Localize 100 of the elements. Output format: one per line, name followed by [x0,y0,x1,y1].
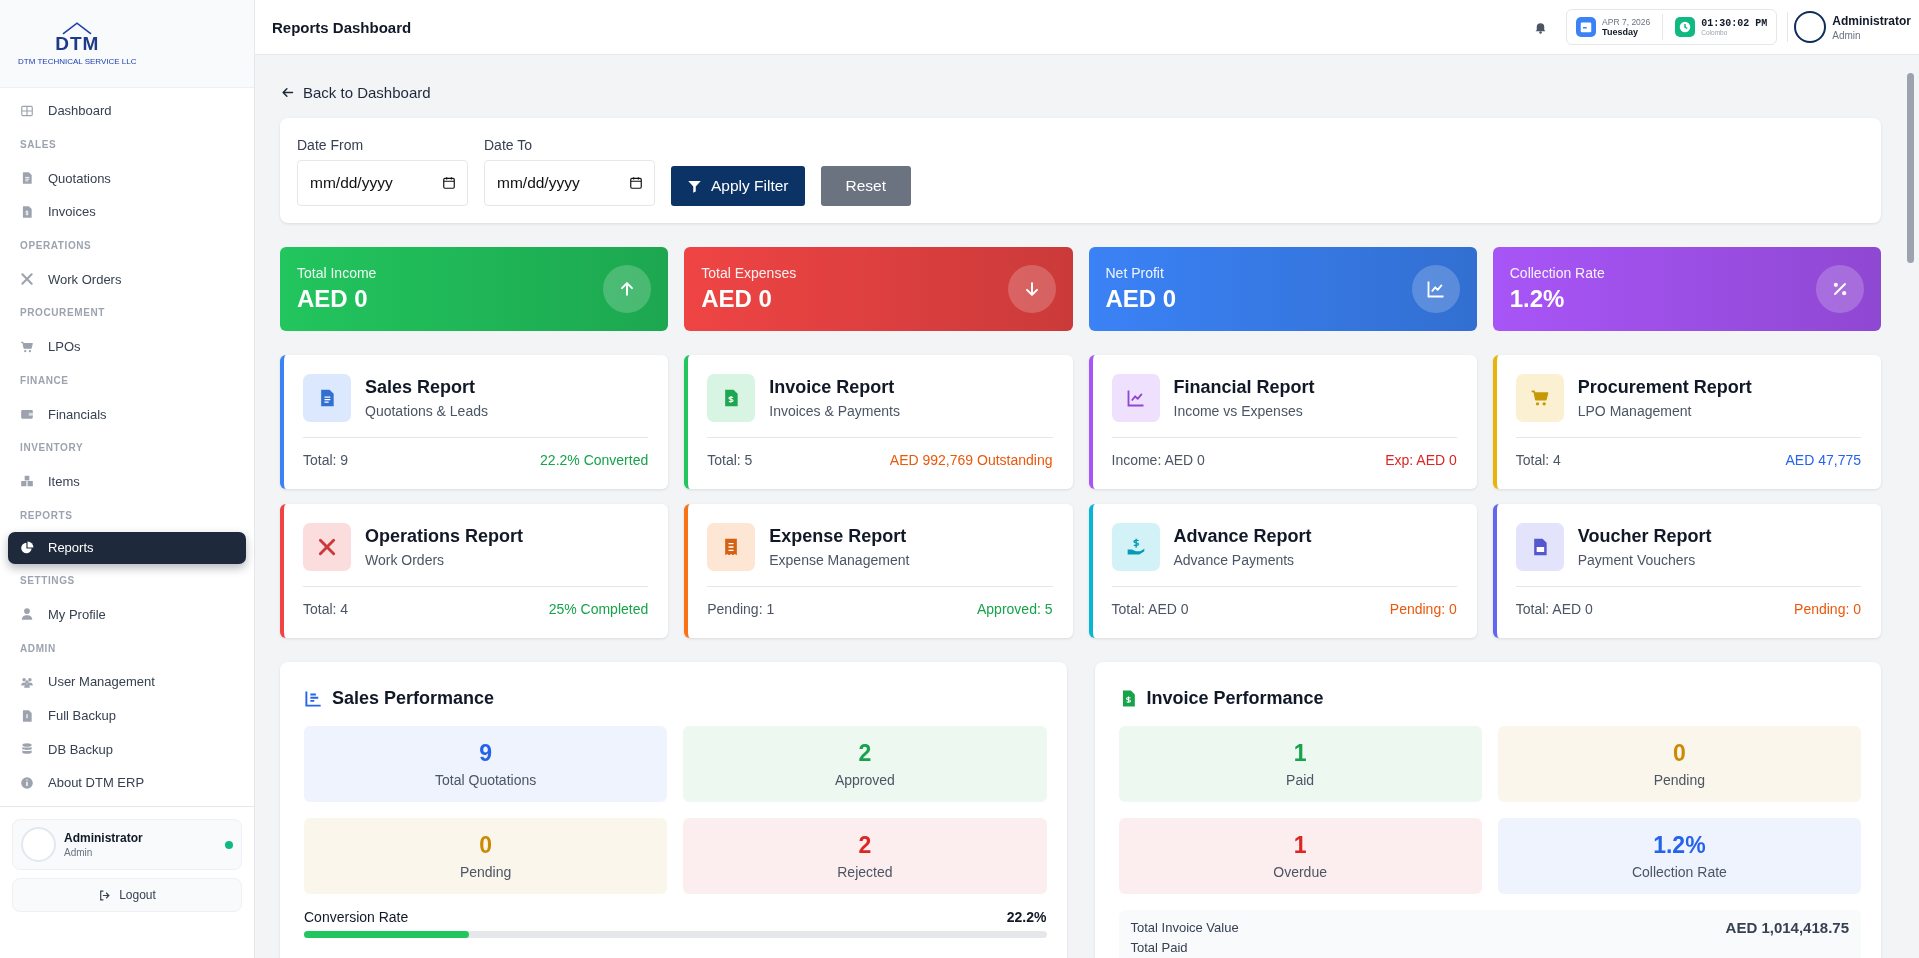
report-title: Procurement Report [1577,377,1752,398]
line-chart-icon [1125,388,1146,408]
field-label: Date From [297,137,365,153]
sidebar-item[interactable]: User Management [8,665,246,699]
logout-icon [98,888,112,902]
report-title: Invoice Report [769,377,896,398]
nav-section-label: SETTINGS [19,574,76,589]
total-value: AED 1,014,418.75 [1725,919,1849,936]
sidebar-item[interactable]: Work Orders [8,262,246,297]
clock-icon [1675,17,1696,37]
report-subtitle: Advance Payments [1173,552,1296,568]
metric-value: 0 [1672,740,1686,767]
metric-value: 9 [479,740,492,767]
metric-value: 1.2% [1653,832,1706,859]
wallet-icon [20,407,34,422]
nav-section-label: FINANCE [19,373,70,388]
metric-value: 2 [858,740,872,767]
report-metric: Pending: 0 [1794,601,1861,617]
metric-label: Overdue [1273,864,1327,880]
report-subtitle: Invoices & Payments [769,403,900,419]
report-card[interactable]: Procurement Report LPO Management Total: 4 AED 47,775 [1492,355,1881,489]
database-icon [20,742,34,757]
report-metric: 22.2% Converted [540,452,649,468]
stat-label: Total Income [297,265,377,281]
panel-title: Sales Performance [332,688,495,709]
user-name: Administrator [1832,13,1911,28]
report-subtitle: Expense Management [769,552,910,568]
report-metric: AED 992,769 Outstanding [889,452,1053,468]
stat-label: Net Profit [1105,265,1165,281]
report-title: Advance Report [1173,526,1312,547]
report-card[interactable]: Expense Report Expense Management Pending: 1 Approved: 5 [684,504,1073,638]
report-metric: Exp: AED 0 [1385,452,1457,468]
nav-section-label: SALES [19,138,58,153]
stat-value: AED 0 [1105,285,1177,313]
sidebar-item[interactable]: About DTM ERP [8,766,246,800]
logout-button[interactable]: Logout [12,878,242,912]
report-summary: Income: AED 0 [1111,452,1205,468]
avatar[interactable] [1794,11,1827,43]
metric-label: Total Quotations [435,772,537,788]
date-text: APR 7, 2026 [1602,17,1651,27]
metric-value: 1 [1293,740,1307,767]
sidebar-item[interactable]: Reports [8,531,246,564]
user-name: Administrator [64,831,144,845]
calendar-icon[interactable] [442,176,456,190]
nav-section-label: INVENTORY [19,441,85,456]
report-summary: Total: AED 0 [1515,601,1593,617]
cart-icon [1529,388,1550,408]
grid-icon [20,103,34,118]
report-card[interactable]: Voucher Report Payment Vouchers Total: AED 0 Pending: 0 [1492,504,1881,638]
nav-section-label: ADMIN [19,641,57,656]
report-title: Financial Report [1173,377,1315,398]
arrow-left-icon [280,85,295,100]
back-link[interactable]: Back to Dashboard [280,84,431,101]
date-field[interactable]: mm/dd/yyyy [297,160,468,206]
line-chart-icon [1425,279,1446,299]
report-card[interactable]: Invoice Report Invoices & Payments Total: 5 AED 992,769 Outstanding [684,355,1073,489]
report-card[interactable]: Sales Report Quotations & Leads Total: 9 22.2% Converted [280,355,669,489]
user-icon [20,607,34,622]
sidebar-item[interactable]: My Profile [8,597,246,632]
metric-label: Paid [1286,772,1315,788]
sidebar-item[interactable]: Invoices [8,195,246,229]
metric-label: Pending [459,864,512,880]
stat-label: Total Expenses [701,265,797,281]
sidebar-item[interactable]: Full Backup [8,698,246,733]
stat-value: 1.2% [1509,285,1566,313]
report-card[interactable]: Financial Report Income vs Expenses Income: AED 0 Exp: AED 0 [1088,355,1477,489]
report-metric: Pending: 0 [1389,601,1457,617]
sidebar-item[interactable]: Items [8,464,246,499]
metric-label: Rejected [837,864,893,880]
report-subtitle: Payment Vouchers [1577,552,1697,568]
report-title: Voucher Report [1577,526,1712,547]
sidebar-item[interactable]: LPOs [8,329,246,364]
total-label: Total Invoice Value [1130,920,1239,935]
apply-filter-button[interactable]: Apply Filter [671,166,805,206]
metric-value: 1 [1293,832,1307,859]
report-subtitle: Income vs Expenses [1173,403,1304,419]
hand-money-icon [1125,537,1146,557]
sidebar-item[interactable]: DB Backup [8,732,246,767]
sidebar-item[interactable]: Dashboard [8,94,246,128]
sidebar-item[interactable]: Financials [8,397,246,431]
dollar-document-icon [20,204,34,219]
boxes-icon [20,474,34,489]
date-field[interactable]: mm/dd/yyyy [484,160,655,206]
report-card[interactable]: Advance Report Advance Payments Total: AED 0 Pending: 0 [1088,504,1477,638]
calendar-icon[interactable] [629,176,643,190]
report-title: Expense Report [769,526,908,547]
report-summary: Total: 4 [1515,452,1561,468]
progress-value: 22.2% [1006,909,1047,925]
sidebar-item[interactable]: Quotations [8,161,246,196]
stat-label: Collection Rate [1509,265,1605,281]
nav-section-label: OPERATIONS [19,239,93,254]
report-title: Sales Report [365,377,477,398]
user-role: Admin [1832,29,1862,41]
cart-icon [20,339,34,354]
reset-button[interactable]: Reset [820,166,912,206]
report-subtitle: Quotations & Leads [365,403,488,419]
report-card[interactable]: Operations Report Work Orders Total: 4 25% Completed [280,504,669,638]
avatar [21,827,56,862]
bar-list-icon [304,689,323,708]
weekday-text: Tuesday [1602,27,1639,37]
